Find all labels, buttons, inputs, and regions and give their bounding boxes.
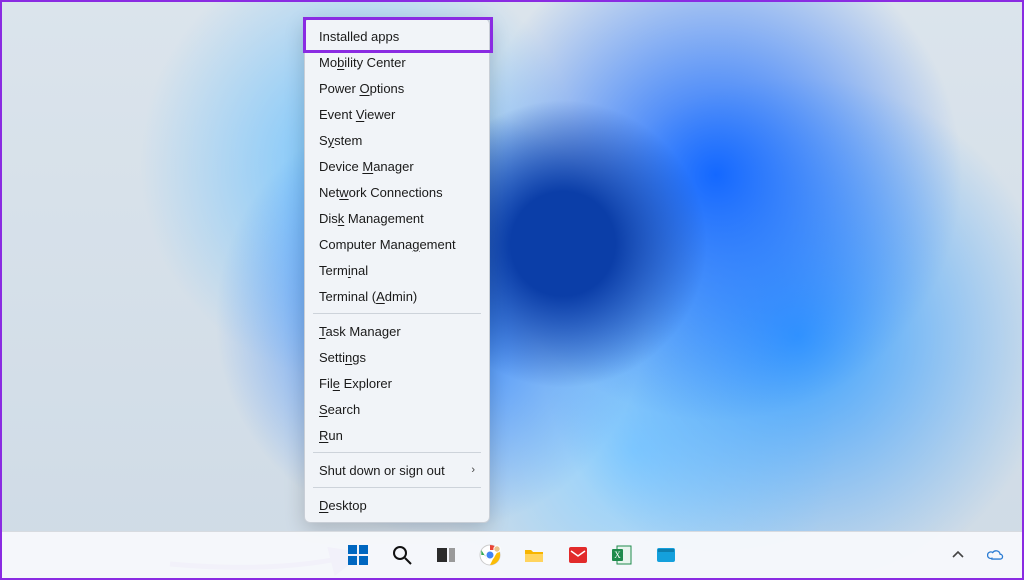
menu-item-installed-apps[interactable]: Installed apps <box>305 23 489 49</box>
onedrive-icon[interactable] <box>984 543 1008 567</box>
menu-item-event-viewer[interactable]: Event Viewer <box>305 101 489 127</box>
menu-item-label: System <box>319 133 362 148</box>
menu-item-label: Settings <box>319 350 366 365</box>
menu-item-terminal[interactable]: Terminal <box>305 257 489 283</box>
explorer-app[interactable] <box>517 538 551 572</box>
menu-item-label: Shut down or sign out <box>319 463 445 478</box>
menu-item-label: Device Manager <box>319 159 414 174</box>
menu-item-label: Desktop <box>319 498 367 513</box>
edge-app[interactable] <box>649 538 683 572</box>
chrome-app[interactable] <box>473 538 507 572</box>
menu-item-run[interactable]: Run <box>305 422 489 448</box>
menu-item-label: Terminal <box>319 263 368 278</box>
menu-item-file-explorer[interactable]: File Explorer <box>305 370 489 396</box>
menu-item-search[interactable]: Search <box>305 396 489 422</box>
menu-item-power-options[interactable]: Power Options <box>305 75 489 101</box>
menu-item-network-connections[interactable]: Network Connections <box>305 179 489 205</box>
menu-item-disk-management[interactable]: Disk Management <box>305 205 489 231</box>
taskbar: X <box>2 531 1022 578</box>
menu-item-device-manager[interactable]: Device Manager <box>305 153 489 179</box>
menu-separator <box>313 452 481 453</box>
menu-item-mobility-center[interactable]: Mobility Center <box>305 49 489 75</box>
taskview-button[interactable] <box>429 538 463 572</box>
menu-item-label: Event Viewer <box>319 107 395 122</box>
menu-item-desktop[interactable]: Desktop <box>305 492 489 518</box>
menu-item-settings[interactable]: Settings <box>305 344 489 370</box>
menu-item-label: Run <box>319 428 343 443</box>
menu-item-label: Task Manager <box>319 324 401 339</box>
mail-app[interactable] <box>561 538 595 572</box>
tray-chevron[interactable] <box>946 543 970 567</box>
desktop-wallpaper <box>2 2 1022 578</box>
menu-item-label: Terminal (Admin) <box>319 289 417 304</box>
winx-menu: Installed apps Mobility Center Power Optio… <box>304 18 490 523</box>
submenu-arrow-icon: › <box>471 464 475 476</box>
menu-item-label: File Explorer <box>319 376 392 391</box>
menu-item-label: Installed apps <box>319 29 399 44</box>
menu-item-label: Mobility Center <box>319 55 406 70</box>
menu-item-terminal-admin[interactable]: Terminal (Admin) <box>305 283 489 309</box>
menu-separator <box>313 487 481 488</box>
menu-item-label: Network Connections <box>319 185 443 200</box>
search-button[interactable] <box>385 538 419 572</box>
menu-item-system[interactable]: System <box>305 127 489 153</box>
menu-item-label: Computer Management <box>319 237 456 252</box>
excel-app[interactable]: X <box>605 538 639 572</box>
menu-item-task-manager[interactable]: Task Manager <box>305 318 489 344</box>
svg-text:X: X <box>614 550 621 560</box>
start-button[interactable] <box>341 538 375 572</box>
menu-item-label: Search <box>319 402 360 417</box>
menu-item-shut-down-or-sign-out[interactable]: Shut down or sign out › <box>305 457 489 483</box>
menu-item-computer-management[interactable]: Computer Management <box>305 231 489 257</box>
menu-item-label: Power Options <box>319 81 404 96</box>
menu-item-label: Disk Management <box>319 211 424 226</box>
menu-separator <box>313 313 481 314</box>
